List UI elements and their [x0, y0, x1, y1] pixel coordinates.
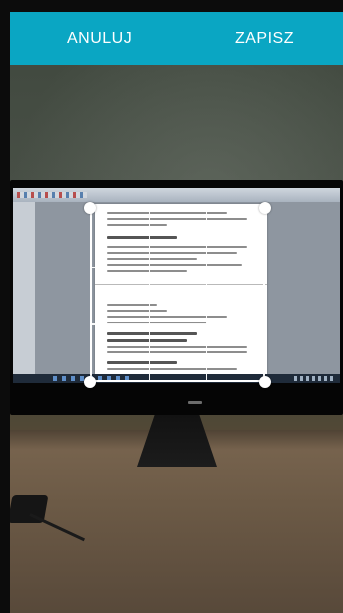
taskbar-tray: [294, 376, 334, 381]
monitor-logo: [188, 401, 202, 404]
crop-grid-line: [92, 266, 263, 269]
camera-photo: [10, 65, 343, 613]
crop-grid-line: [205, 210, 208, 380]
crop-grid-line: [148, 210, 151, 380]
crop-handle-top-right[interactable]: [259, 202, 271, 214]
crop-grid-line: [92, 323, 263, 325]
crop-handle-bottom-right[interactable]: [259, 376, 271, 388]
top-action-bar: ANULUJ ZAPISZ: [10, 12, 343, 65]
crop-handle-bottom-left[interactable]: [84, 376, 96, 388]
crop-screen: ANULUJ ZAPISZ: [0, 0, 343, 613]
cancel-button[interactable]: ANULUJ: [67, 24, 132, 54]
crop-frame[interactable]: [90, 208, 265, 382]
save-button[interactable]: ZAPISZ: [235, 24, 294, 54]
screen-side-pane: [13, 202, 35, 374]
screen-toolbar-icons: [17, 192, 87, 198]
monitor-stand: [137, 415, 217, 467]
crop-handle-top-left[interactable]: [84, 202, 96, 214]
